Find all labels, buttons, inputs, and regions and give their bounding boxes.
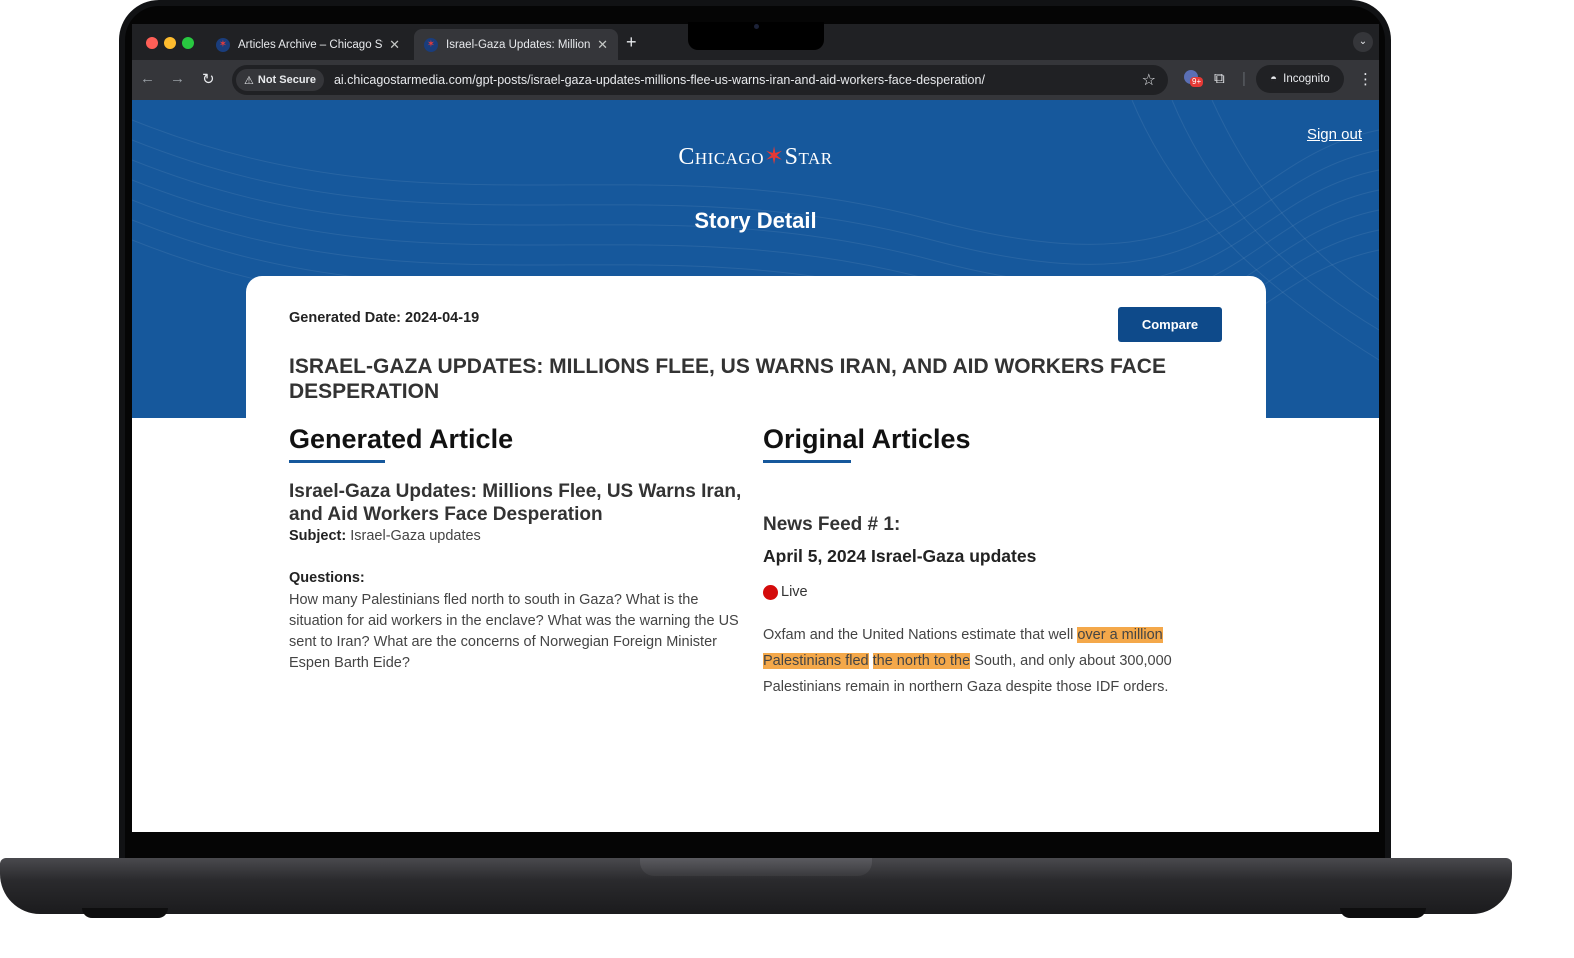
puzzle-extensions-icon[interactable]: ⧉ [1214, 70, 1225, 87]
generated-article-heading: Generated Article [289, 424, 514, 454]
original-articles-heading: Original Articles [763, 424, 971, 454]
logo-star-icon: ✶ [764, 144, 785, 170]
security-chip[interactable]: ⚠ Not Secure [236, 69, 324, 91]
subject-label: Subject: [289, 528, 347, 544]
content-fade-cutoff [132, 704, 1379, 832]
chicago-star-favicon-icon: ✶ [424, 37, 438, 52]
live-dot-icon [763, 584, 778, 600]
reload-icon[interactable]: ↻ [202, 70, 215, 88]
page-title: Story Detail [694, 208, 817, 233]
laptop-hinge-notch [640, 858, 872, 876]
logo-text-left: Chicago [678, 144, 764, 170]
incognito-label: Incognito [1283, 73, 1330, 85]
tab-search-chevron-icon[interactable]: ⌄ [1353, 32, 1373, 52]
back-arrow-icon[interactable]: ← [140, 70, 155, 87]
page-content: Chicago✶Star Sign out Story Detail Gener… [132, 100, 1379, 832]
close-icon[interactable]: ✕ [389, 37, 400, 53]
security-label: Not Secure [257, 74, 316, 86]
more-menu-icon[interactable]: ⋮ [1358, 70, 1373, 88]
minimize-window-button[interactable] [164, 37, 176, 49]
story-headline: ISRAEL-GAZA UPDATES: MILLIONS FLEE, US W… [289, 355, 1166, 403]
chicago-star-logo[interactable]: Chicago✶Star [132, 142, 1379, 171]
questions-text: How many Palestinians fled north to sout… [289, 592, 739, 671]
tab-title: Articles Archive – Chicago St [238, 38, 384, 51]
generated-article-title: Israel-Gaza Updates: Millions Flee, US W… [289, 481, 742, 525]
heading-underline [763, 460, 851, 463]
chicago-star-favicon-icon: ✶ [216, 37, 230, 52]
compare-button[interactable]: Compare [1118, 307, 1222, 342]
subject-line: Subject: Israel-Gaza updates [289, 528, 481, 544]
laptop-foot [82, 908, 168, 918]
maximize-window-button[interactable] [182, 37, 194, 49]
body-text-segment: Oxfam and the United Nations estimate th… [763, 627, 1078, 643]
warning-triangle-icon: ⚠ [244, 74, 254, 87]
highlighted-phrase: the north to the [872, 653, 971, 669]
subject-value: Israel-Gaza updates [350, 528, 481, 544]
close-window-button[interactable] [146, 37, 158, 49]
camera-notch [688, 22, 824, 50]
tab-articles-archive[interactable]: ✶ Articles Archive – Chicago St ✕ [206, 29, 410, 60]
forward-arrow-icon[interactable]: → [170, 70, 185, 87]
address-bar[interactable]: ⚠ Not Secure ai.chicagostarmedia.com/gpt… [232, 65, 1168, 95]
questions-label: Questions: [289, 570, 365, 586]
new-tab-icon[interactable]: + [626, 32, 637, 53]
toolbar-divider: | [1242, 70, 1246, 87]
original-article-body: Oxfam and the United Nations estimate th… [763, 622, 1233, 700]
live-label: Live [781, 584, 808, 600]
news-feed-label: News Feed # 1: [763, 514, 901, 535]
tab-title: Israel-Gaza Updates: Million [446, 38, 591, 51]
url-text[interactable]: ai.chicagostarmedia.com/gpt-posts/israel… [334, 73, 985, 87]
laptop-foot [1340, 908, 1426, 918]
extension-badge: 9+ [1190, 77, 1204, 87]
bookmark-star-icon[interactable]: ☆ [1142, 70, 1156, 90]
generated-date: Generated Date: 2024-04-19 [289, 310, 480, 326]
incognito-icon: ◓ [1270, 73, 1278, 85]
news-feed-title: April 5, 2024 Israel-Gaza updates [763, 546, 1037, 566]
logo-text-right: Star [784, 144, 833, 170]
heading-underline [289, 460, 385, 463]
live-indicator: Live [763, 584, 808, 600]
incognito-chip[interactable]: ◓ Incognito [1256, 65, 1344, 93]
extension-icon[interactable]: 9+ [1184, 70, 1204, 90]
sign-out-link[interactable]: Sign out [1307, 126, 1362, 143]
close-icon[interactable]: ✕ [597, 37, 608, 53]
browser-toolbar: ← → ↻ ⚠ Not Secure ai.chicagostarmedia.c… [132, 60, 1379, 100]
screen: ✶ Articles Archive – Chicago St ✕ ✶ Isra… [132, 24, 1379, 832]
tab-story-detail[interactable]: ✶ Israel-Gaza Updates: Million ✕ [414, 29, 618, 60]
